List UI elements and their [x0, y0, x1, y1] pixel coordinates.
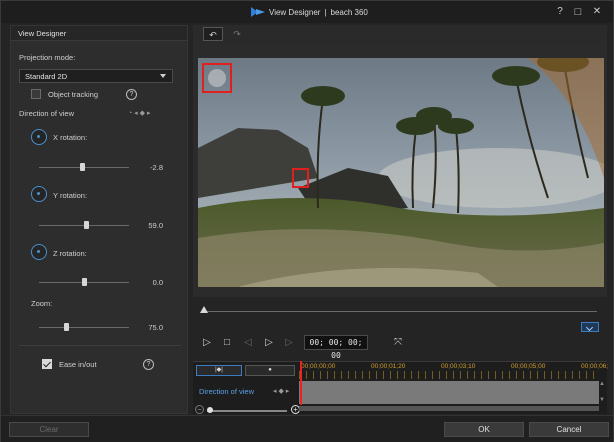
y-rotation-icon [31, 186, 47, 202]
zoom-slider[interactable] [39, 327, 129, 328]
chevron-down-icon [160, 74, 166, 78]
previous-frame-button[interactable]: ◁ [241, 336, 255, 350]
x-rotation-icon [31, 129, 47, 145]
y-rotation-slider-thumb[interactable] [84, 221, 89, 229]
ease-in-out-label: Ease in/out [59, 360, 97, 369]
window-title: View Designer | beach 360 [251, 6, 368, 18]
ok-button[interactable]: OK [444, 422, 524, 437]
close-icon[interactable]: ✕ [590, 5, 604, 19]
ease-in-out-checkbox[interactable] [42, 359, 52, 369]
timecode-display[interactable]: 00; 00; 00; 00 [304, 335, 368, 360]
zoom-slider-thumb[interactable] [64, 323, 69, 331]
object-tracking-checkbox[interactable] [31, 89, 41, 99]
play-button[interactable]: ▷ [200, 336, 214, 350]
timeline-ruler[interactable]: 00;00;00;00 00;00;01;20 00;00;03;10 00;0… [299, 361, 608, 379]
z-rotation-label: Z rotation: [53, 249, 87, 258]
timeline-zoom-thumb[interactable] [207, 407, 213, 413]
keyframe-controls[interactable]: ◔ ◂ ◆ ▸ [128, 109, 150, 117]
ruler-scale [299, 371, 599, 379]
direction-of-view-label: Direction of view [19, 109, 75, 118]
panel-title: View Designer [11, 26, 187, 41]
beach-scene-image [198, 58, 604, 287]
tab-keyframes[interactable]: |◆| [196, 365, 242, 376]
clear-button[interactable]: Clear [9, 422, 89, 437]
zoom-out-icon[interactable]: − [195, 405, 204, 414]
panel-divider [19, 345, 181, 346]
app-logo-icon [251, 7, 265, 17]
ruler-tick: 00;00;01;20 [371, 363, 406, 370]
title-separator: | [324, 7, 327, 17]
y-rotation-value[interactable]: 59.0 [133, 221, 163, 230]
video-preview[interactable] [198, 58, 604, 287]
undo-button[interactable]: ↶ [203, 27, 223, 41]
z-rotation-value[interactable]: 0.0 [133, 278, 163, 287]
projection-mode-value: Standard 2D [25, 72, 68, 81]
ruler-tick: 00;00;03;10 [441, 363, 476, 370]
preview-toolbar: ↶ ↷ [193, 25, 607, 45]
x-rotation-label: X rotation: [53, 133, 88, 142]
timeline-playhead[interactable] [300, 361, 302, 405]
direction-of-view-track-label: Direction of view [199, 387, 255, 396]
scroll-up-icon[interactable]: ▲ [598, 381, 606, 389]
redo-button[interactable]: ↷ [227, 27, 247, 41]
view-designer-window: View Designer | beach 360 ? □ ✕ View Des… [0, 0, 614, 442]
z-rotation-icon [31, 244, 47, 260]
view-navigation-control[interactable] [202, 63, 232, 93]
focus-point-marker[interactable] [292, 168, 309, 188]
projection-mode-dropdown[interactable]: Standard 2D [19, 69, 173, 83]
fast-forward-button[interactable]: ▷ [282, 336, 296, 350]
zoom-label: Zoom: [31, 299, 53, 308]
title-bar: View Designer | beach 360 ? □ ✕ [1, 1, 613, 23]
zoom-value[interactable]: 75.0 [133, 323, 163, 332]
next-frame-button[interactable]: ▷ [262, 336, 276, 350]
direction-pad-icon[interactable] [208, 69, 226, 87]
scroll-down-icon[interactable]: ▼ [598, 397, 606, 405]
seek-bar-thumb[interactable] [200, 306, 208, 313]
help-icon[interactable]: ? [553, 5, 567, 19]
tab-navigation[interactable]: ● [245, 365, 295, 376]
project-name: beach 360 [330, 7, 368, 17]
stop-button[interactable]: □ [220, 336, 234, 350]
object-tracking-label: Object tracking [48, 90, 99, 99]
direction-of-view-track[interactable] [299, 381, 599, 404]
z-rotation-slider-thumb[interactable] [82, 278, 87, 286]
ruler-tick: 00;00;05;00 [511, 363, 546, 370]
expand-icon[interactable] [581, 322, 599, 332]
x-rotation-value[interactable]: -2.8 [133, 163, 163, 172]
app-title: View Designer [269, 7, 321, 17]
view-designer-panel: View Designer Projection mode: Standard … [10, 25, 188, 414]
ruler-tick: 00;00;06; [581, 363, 609, 370]
ruler-tick: 00;00;00;00 [301, 363, 336, 370]
fullscreen-icon[interactable]: ⤧ [391, 336, 405, 350]
x-rotation-slider-thumb[interactable] [80, 163, 85, 171]
ease-help-icon[interactable]: ? [143, 359, 154, 370]
timeline-zoom-slider[interactable] [207, 410, 287, 412]
player-controls-area [193, 297, 607, 361]
cancel-button[interactable]: Cancel [529, 422, 609, 437]
track-keyframe-controls[interactable]: ◂ ◆ ▸ [273, 387, 289, 395]
seek-bar[interactable] [203, 311, 597, 312]
timeline-horizontal-scrollbar[interactable] [299, 406, 599, 411]
restore-icon[interactable]: □ [571, 5, 585, 19]
projection-mode-label: Projection mode: [19, 53, 76, 62]
object-tracking-help-icon[interactable]: ? [126, 89, 137, 100]
y-rotation-label: Y rotation: [53, 191, 88, 200]
